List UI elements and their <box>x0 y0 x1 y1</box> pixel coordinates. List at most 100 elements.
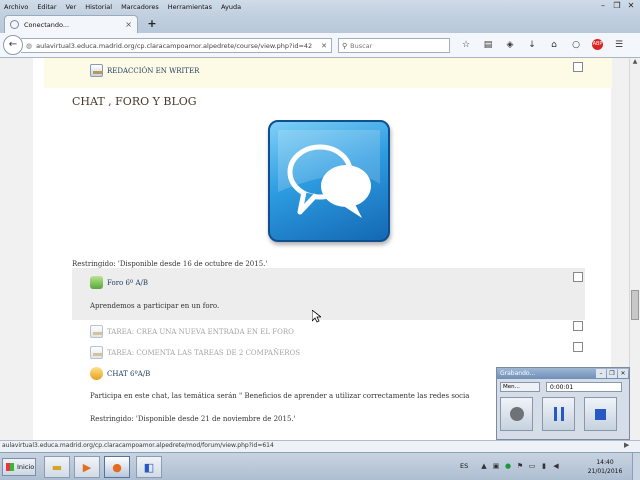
activity-task-2[interactable]: TAREA: COMENTA LAS TAREAS DE 2 COMPAÑERO… <box>90 346 300 359</box>
assignment-icon <box>90 346 103 359</box>
activity-forum[interactable]: Foro 6º A/B <box>90 276 148 289</box>
recorder-source-select[interactable]: Men... <box>500 382 540 392</box>
scroll-up-icon[interactable]: ▲ <box>630 58 640 65</box>
task-1-link[interactable]: TAREA: CREA UNA NUEVA ENTRADA EN EL FORO <box>107 328 294 336</box>
forum-icon <box>90 276 103 289</box>
completion-checkbox[interactable] <box>573 272 583 282</box>
chat-bubble-icon[interactable]: ○ <box>565 39 587 51</box>
search-icon: ⚲ <box>342 41 348 50</box>
taskbar: Inicio ▬ ▶ ● ◧ ES ▲ ▣ ● ⚑ ▭ ▮ ◀ 14:40 21… <box>0 452 640 480</box>
download-icon[interactable]: ↓ <box>521 39 543 51</box>
clock-date: 21/01/2016 <box>587 468 623 475</box>
recorder-restore-icon[interactable]: ❐ <box>607 369 617 378</box>
back-button[interactable]: ← <box>3 35 23 55</box>
bookmark-star-icon[interactable]: ☆ <box>455 39 477 51</box>
url-text[interactable]: aulavirtual3.educa.madrid.org/cp.claraca… <box>36 42 321 50</box>
tab-strip: Conectando... × + <box>0 13 640 33</box>
taskbar-recorder[interactable]: ◧ <box>136 456 162 478</box>
minimize-icon[interactable]: – <box>596 0 610 12</box>
stop-button[interactable] <box>584 397 617 431</box>
mouse-cursor-icon <box>312 310 321 323</box>
taskbar-explorer[interactable]: ▬ <box>44 456 70 478</box>
adblock-icon[interactable]: ABP <box>592 39 603 50</box>
pocket-icon[interactable]: ◈ <box>499 39 521 51</box>
taskbar-firefox[interactable]: ● <box>104 456 130 478</box>
close-window-icon[interactable]: ✕ <box>624 0 638 12</box>
menu-bar: Archivo Editar Ver Historial Marcadores … <box>0 0 640 13</box>
menu-ayuda[interactable]: Ayuda <box>221 3 241 11</box>
reload-icon[interactable]: ✕ <box>321 42 327 50</box>
media-player-icon: ▶ <box>82 460 92 474</box>
recorder-title: Grabando... <box>500 370 536 377</box>
reading-list-icon[interactable]: ▤ <box>477 39 499 51</box>
task-2-link[interactable]: TAREA: COMENTA LAS TAREAS DE 2 COMPAÑERO… <box>107 349 300 357</box>
screen-recorder-window: Grabando... – ❐ ✕ Men... 0:00:01 <box>496 367 630 440</box>
menu-herramientas[interactable]: Herramientas <box>168 3 212 11</box>
activity-task-1[interactable]: TAREA: CREA UNA NUEVA ENTRADA EN EL FORO <box>90 325 294 338</box>
menu-ver[interactable]: Ver <box>66 3 77 11</box>
menu-editar[interactable]: Editar <box>37 3 56 11</box>
completion-checkbox[interactable] <box>573 342 583 352</box>
pause-button[interactable] <box>542 397 575 431</box>
recorder-close-icon[interactable]: ✕ <box>618 369 628 378</box>
toolbar-icons: ☆ ▤ ◈ ↓ ⌂ ○ ABP ☰ <box>455 39 630 51</box>
left-gutter <box>0 58 33 440</box>
taskbar-media-player[interactable]: ▶ <box>74 456 100 478</box>
status-url: aulavirtual3.educa.madrid.org/cp.claraca… <box>2 442 274 449</box>
restriction-notice-1: Restringido: 'Disponible desde 16 de oct… <box>72 260 268 268</box>
system-tray: ▲ ▣ ● ⚑ ▭ ▮ ◀ <box>478 462 562 470</box>
scrollbar-thumb[interactable] <box>631 290 639 320</box>
maximize-icon[interactable]: ❐ <box>610 0 624 12</box>
language-indicator[interactable]: ES <box>460 462 468 470</box>
tray-flag-icon[interactable]: ⚑ <box>514 462 526 470</box>
folder-icon: ▬ <box>51 460 63 474</box>
record-button[interactable] <box>500 397 533 431</box>
menu-archivo[interactable]: Archivo <box>4 3 28 11</box>
menu-marcadores[interactable]: Marcadores <box>121 3 159 11</box>
tab-active[interactable]: Conectando... × <box>4 15 138 33</box>
clock-time: 14:40 <box>596 459 614 466</box>
forum-activity-block <box>72 268 585 320</box>
pause-icon <box>553 407 564 421</box>
search-input[interactable] <box>350 41 441 50</box>
activity-chat[interactable]: CHAT 6ºA/B <box>90 367 150 380</box>
tray-volume-icon[interactable]: ◀ <box>550 462 562 470</box>
globe-icon[interactable]: ◍ <box>26 42 32 50</box>
windows-logo-icon <box>6 463 14 471</box>
record-icon <box>509 407 524 421</box>
chat-link[interactable]: CHAT 6ºA/B <box>107 370 150 378</box>
show-desktop-button[interactable] <box>632 453 640 480</box>
tray-signal-icon[interactable]: ▮ <box>538 462 550 470</box>
menu-hamburger-icon[interactable]: ☰ <box>608 39 630 51</box>
start-button[interactable]: Inicio <box>2 458 36 476</box>
activity-writer-link[interactable]: REDACCIÓN EN WRITER <box>107 67 199 75</box>
tray-arrow-icon[interactable]: ▲ <box>478 462 490 470</box>
new-tab-button[interactable]: + <box>145 17 159 31</box>
completion-checkbox[interactable] <box>573 62 583 72</box>
stop-icon <box>595 408 606 420</box>
tab-close-icon[interactable]: × <box>125 20 132 29</box>
forum-link[interactable]: Foro 6º A/B <box>107 279 148 287</box>
scroll-right-icon[interactable]: ▶ <box>624 441 629 449</box>
activity-writer[interactable]: REDACCIÓN EN WRITER <box>90 64 199 77</box>
home-icon[interactable]: ⌂ <box>543 39 565 51</box>
firefox-icon: ● <box>112 460 122 474</box>
url-bar[interactable]: ◍ aulavirtual3.educa.madrid.org/cp.clara… <box>21 38 332 53</box>
menu-historial[interactable]: Historial <box>85 3 112 11</box>
status-bar: aulavirtual3.educa.madrid.org/cp.claraca… <box>0 440 640 452</box>
search-box[interactable]: ⚲ <box>338 38 450 53</box>
completion-checkbox[interactable] <box>573 321 583 331</box>
recorder-minimize-icon[interactable]: – <box>596 369 606 378</box>
recorder-title-bar[interactable]: Grabando... – ❐ ✕ <box>497 368 629 379</box>
recorder-buttons <box>497 395 629 433</box>
assignment-icon <box>90 325 103 338</box>
restriction-notice-2: Restringido: 'Disponible desde 21 de nov… <box>90 415 296 423</box>
tray-monitor-icon[interactable]: ▭ <box>526 462 538 470</box>
vertical-scrollbar[interactable]: ▲ <box>629 58 640 440</box>
tray-security-icon[interactable]: ● <box>502 462 514 470</box>
clock[interactable]: 14:40 21/01/2016 <box>586 458 624 476</box>
recorder-timer: 0:00:01 <box>546 382 622 392</box>
chat-description: Participa en este chat, las temática ser… <box>90 392 470 400</box>
recorder-controls-row: Men... 0:00:01 <box>497 379 629 395</box>
tray-network-icon[interactable]: ▣ <box>490 462 502 470</box>
